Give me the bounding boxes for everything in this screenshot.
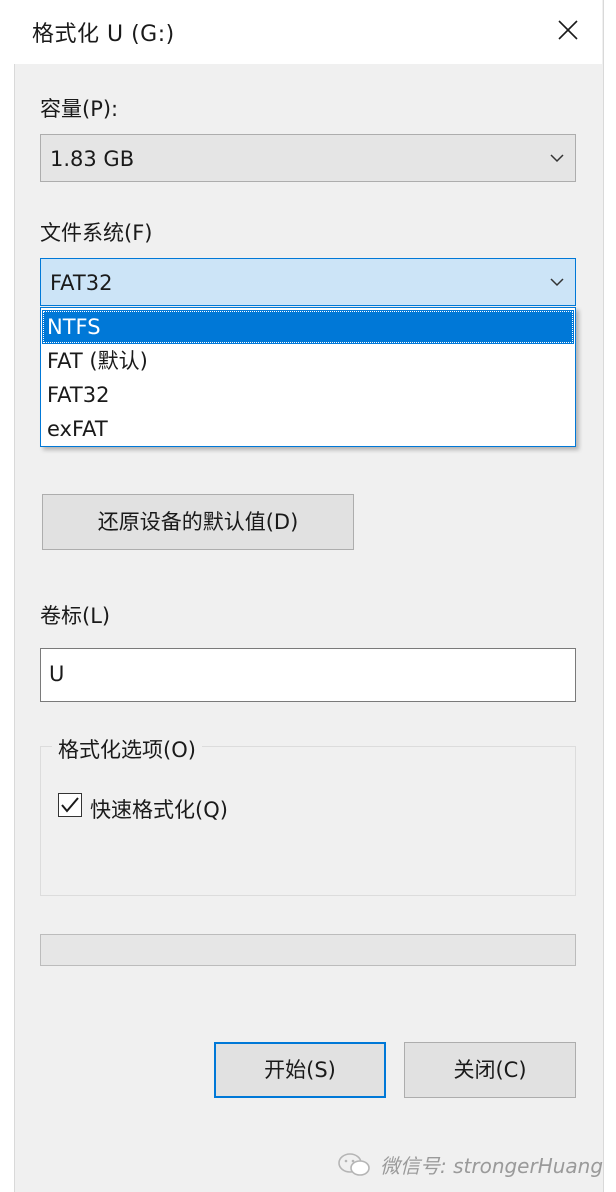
capacity-label: 容量(P): (40, 97, 119, 121)
chevron-down-icon (550, 278, 564, 287)
volume-label-field[interactable] (40, 648, 576, 702)
capacity-value: 1.83 GB (50, 147, 135, 171)
format-progress-bar (40, 934, 576, 966)
quick-format-checkbox[interactable] (58, 793, 82, 817)
checkmark-icon (61, 797, 79, 813)
close-button-label: 关闭(C) (453, 1058, 527, 1082)
filesystem-option-exfat[interactable]: exFAT (42, 412, 574, 446)
volume-label-label: 卷标(L) (40, 604, 111, 628)
capacity-select[interactable]: 1.83 GB (40, 134, 576, 182)
quick-format-label[interactable]: 快速格式化(Q) (90, 794, 228, 824)
start-button[interactable]: 开始(S) (214, 1042, 386, 1098)
filesystem-dropdown-list: NTFS FAT (默认) FAT32 exFAT (40, 307, 576, 447)
filesystem-label: 文件系统(F) (40, 221, 153, 245)
filesystem-select[interactable]: FAT32 (40, 258, 576, 306)
filesystem-option-ntfs[interactable]: NTFS (42, 310, 574, 344)
volume-label-input[interactable] (49, 662, 549, 686)
filesystem-value: FAT32 (50, 271, 113, 295)
window-title: 格式化 U (G:) (32, 22, 175, 47)
wechat-icon (338, 1153, 370, 1176)
close-window-button[interactable] (548, 10, 588, 50)
filesystem-option-fat32[interactable]: FAT32 (42, 378, 574, 412)
watermark-text: 微信号: strongerHuang (380, 1154, 604, 1178)
title-bar: 格式化 U (G:) (14, 0, 602, 64)
filesystem-option-fat[interactable]: FAT (默认) (42, 344, 574, 378)
restore-defaults-button[interactable]: 还原设备的默认值(D) (42, 494, 354, 550)
close-button[interactable]: 关闭(C) (404, 1042, 576, 1098)
format-options-title: 格式化选项(O) (52, 734, 202, 764)
chevron-down-icon (550, 154, 564, 163)
close-icon (558, 20, 578, 40)
start-button-label: 开始(S) (264, 1058, 336, 1082)
restore-defaults-label: 还原设备的默认值(D) (97, 510, 299, 534)
